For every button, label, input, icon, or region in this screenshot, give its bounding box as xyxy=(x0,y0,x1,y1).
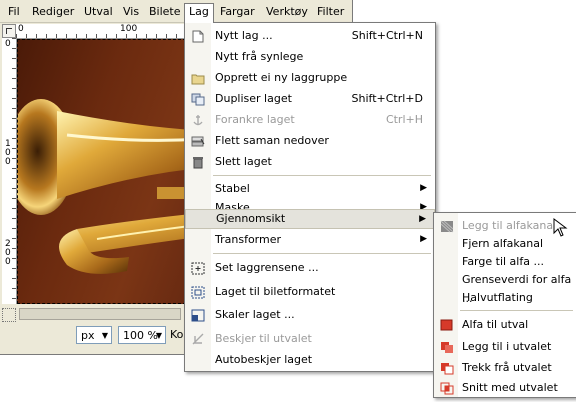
shortcut-label: Shift+Ctrl+N xyxy=(351,29,423,42)
mouse-pointer-icon xyxy=(553,218,568,237)
menu-item-delete-layer[interactable]: Slett laget xyxy=(185,151,435,172)
transparency-submenu: Legg til alfakanal Fjern alfakanal Farge… xyxy=(433,212,576,398)
shortcut-label: Shift+Ctrl+D xyxy=(351,92,423,105)
menu-lag[interactable]: Lag xyxy=(184,3,214,23)
chevron-down-icon: ▼ xyxy=(155,331,162,340)
submenu-arrow-icon: ▶ xyxy=(420,234,427,244)
add-selection-icon xyxy=(440,340,454,353)
menu-item-label: Flett saman nedover xyxy=(215,134,329,147)
menu-item-layer-boundary[interactable]: Set laggrensene ... xyxy=(185,257,435,278)
ruler-label: 0 xyxy=(5,39,11,49)
menu-item-label: Set laggrensene ... xyxy=(215,261,319,274)
unit-value: px xyxy=(81,329,95,342)
menu-utval[interactable]: Utval xyxy=(80,4,117,20)
menu-item-alpha-to-selection[interactable]: Alfa til utval xyxy=(434,314,576,335)
menu-item-threshold-alpha[interactable]: Grenseverdi for alfa ... xyxy=(434,270,576,305)
menu-item-color-to-alpha[interactable]: Farge til alfa ... xyxy=(434,252,576,271)
layer-menu: Nytt lag ... Shift+Ctrl+N Nytt frå synle… xyxy=(184,22,436,372)
ruler-label: 200 xyxy=(5,239,11,267)
menu-item-intersect-with-selection[interactable]: Snitt med utvalet xyxy=(434,377,576,398)
submenu-arrow-icon: ▶ xyxy=(419,214,426,224)
menu-item-stack[interactable]: Stabel ▶ xyxy=(185,178,435,199)
menu-item-label: Nytt frå synlege xyxy=(215,50,304,63)
menu-item-label: Farge til alfa ... xyxy=(462,255,544,268)
menu-item-crop-to-selection[interactable]: Beskjer til utvalet xyxy=(185,328,435,349)
menubar: Fil Rediger Utval Vis Bilete Lag Fargar … xyxy=(0,0,352,23)
menu-item-label: Gjennomsikt xyxy=(216,212,286,225)
menu-item-anchor-layer[interactable]: Forankre laget Ctrl+H xyxy=(185,109,435,130)
subtract-selection-icon xyxy=(440,361,454,375)
menu-item-autocrop-layer[interactable]: Autobeskjer laget xyxy=(185,349,435,370)
menu-separator xyxy=(213,253,431,254)
intersect-selection-icon xyxy=(440,381,454,395)
menu-item-new-layer-group[interactable]: Opprett ei ny laggruppe xyxy=(185,67,435,88)
ruler-label: 100 xyxy=(5,139,11,167)
status-text: Ko xyxy=(170,328,184,341)
anchor-icon xyxy=(191,113,205,126)
menu-fargar[interactable]: Fargar xyxy=(216,4,259,20)
menu-item-scale-layer[interactable]: Skaler laget ... xyxy=(185,304,435,325)
alpha-to-selection-icon xyxy=(440,318,454,331)
menu-separator xyxy=(213,175,431,176)
menu-item-layer-to-image-size[interactable]: Laget til biletformatet xyxy=(185,281,435,302)
menu-item-add-to-selection[interactable]: Legg til i utvalet xyxy=(434,336,576,357)
layer-to-image-size-icon xyxy=(191,285,205,299)
menu-item-label: Fjern alfakanal xyxy=(462,237,544,250)
scrollbar-thumb[interactable] xyxy=(19,308,181,320)
menu-item-label: Legg til i utvalet xyxy=(462,340,552,353)
menu-item-label: Beskjer til utvalet xyxy=(215,332,312,345)
ruler-label: 0 xyxy=(18,24,24,34)
menu-item-new-layer[interactable]: Nytt lag ... Shift+Ctrl+N xyxy=(185,25,435,46)
menu-item-transparency[interactable]: Gjennomsikt ▶ xyxy=(185,209,435,229)
chevron-down-icon: ▼ xyxy=(101,331,108,340)
menu-item-label: Legg til alfakanal xyxy=(462,219,557,232)
menu-fil[interactable]: Fil xyxy=(4,4,24,20)
submenu-arrow-icon: ▶ xyxy=(420,183,427,193)
menu-item-label: Halvutflating xyxy=(462,291,533,304)
menu-item-new-from-visible[interactable]: Nytt frå synlege xyxy=(185,46,435,67)
shortcut-label: Ctrl+H xyxy=(385,113,423,126)
menu-item-label: Dupliser laget xyxy=(215,92,292,105)
vertical-ruler[interactable]: 0 100 200 xyxy=(2,38,17,304)
menu-item-label: Autobeskjer laget xyxy=(215,353,313,366)
menu-filter[interactable]: Filter xyxy=(313,4,348,20)
ruler-corner-button[interactable] xyxy=(2,24,16,38)
menu-item-semi-flatten[interactable]: Halvutflating xyxy=(434,288,576,307)
scale-icon xyxy=(191,308,205,322)
menu-item-duplicate-layer[interactable]: Dupliser laget Shift+Ctrl+D xyxy=(185,88,435,109)
crop-icon xyxy=(191,332,205,345)
menu-separator xyxy=(460,310,573,311)
duplicate-icon xyxy=(191,92,205,106)
menu-bilete[interactable]: Bilete xyxy=(145,4,185,20)
trash-icon xyxy=(191,155,205,169)
menu-vis[interactable]: Vis xyxy=(119,4,143,20)
folder-icon xyxy=(191,71,205,85)
menu-rediger[interactable]: Rediger xyxy=(28,4,78,20)
zoom-value: 100 % xyxy=(123,329,158,342)
zoom-select[interactable]: 100 % ▼ xyxy=(118,326,166,344)
menu-item-subtract-from-selection[interactable]: Trekk frå utvalet xyxy=(434,357,576,378)
menu-verktoy[interactable]: Verktøy xyxy=(262,4,312,20)
menu-item-transform[interactable]: Transformer ▶ xyxy=(185,229,435,250)
menu-item-label: Stabel xyxy=(215,182,250,195)
menu-item-label: Alfa til utval xyxy=(462,318,529,331)
ruler-label: 100 xyxy=(120,24,138,34)
menu-item-label: Skaler laget ... xyxy=(215,308,295,321)
menu-item-label: Snitt med utvalet xyxy=(462,381,558,394)
menu-item-label: Trekk frå utvalet xyxy=(462,361,552,374)
unit-select[interactable]: px ▼ xyxy=(76,326,112,344)
layer-boundary-icon xyxy=(191,261,205,275)
menu-item-label: Nytt lag ... xyxy=(215,29,273,42)
merge-down-icon xyxy=(191,134,205,147)
menu-item-label: Forankre laget xyxy=(215,113,295,126)
menu-item-merge-down[interactable]: Flett saman nedover xyxy=(185,130,435,151)
menu-item-label: Slett laget xyxy=(215,155,272,168)
menu-item-label: Opprett ei ny laggruppe xyxy=(215,71,348,84)
new-layer-icon xyxy=(191,29,205,43)
alpha-add-icon xyxy=(440,219,454,233)
quick-mask-toggle[interactable] xyxy=(2,308,16,322)
menu-item-label: Laget til biletformatet xyxy=(215,285,336,298)
menu-item-label: Transformer xyxy=(215,233,282,246)
